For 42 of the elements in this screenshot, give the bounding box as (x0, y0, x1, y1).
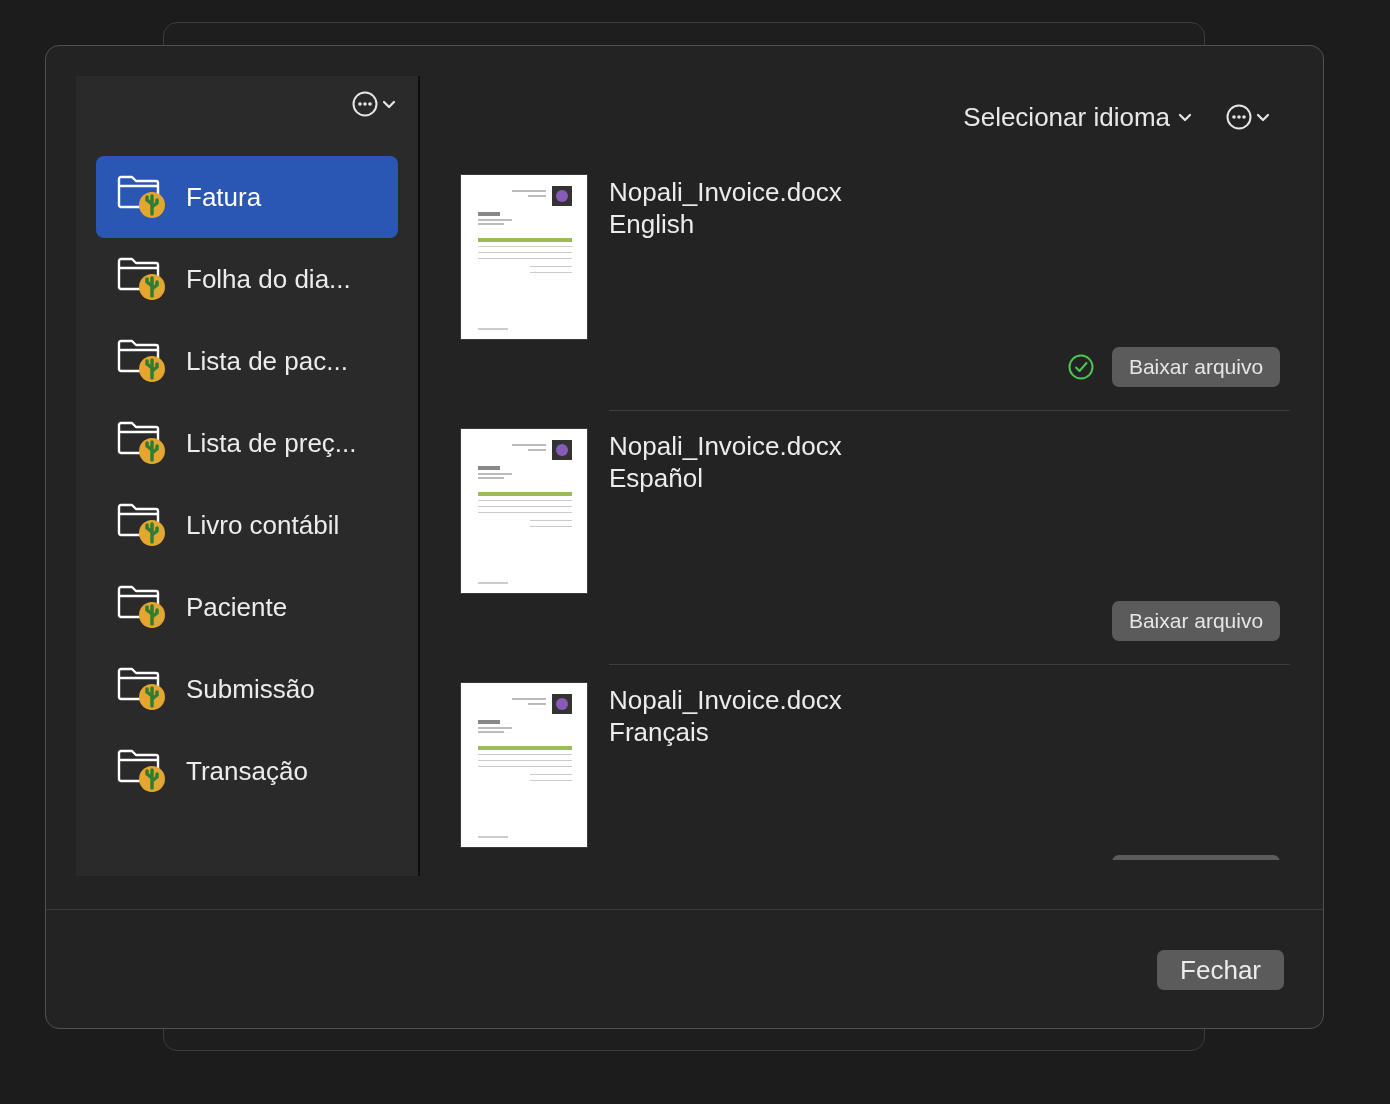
item-label: Lista de pac... (186, 344, 348, 378)
chevron-down-icon (1256, 112, 1270, 122)
sidebar-item[interactable]: Transação (96, 730, 398, 812)
folder-cactus-icon (116, 338, 166, 384)
more-options-button[interactable] (1226, 103, 1270, 131)
item-label: Transação (186, 754, 308, 788)
sidebar-item[interactable]: Lista de preç... (96, 402, 398, 484)
chevron-down-icon (1178, 112, 1192, 122)
language-label: English (609, 208, 696, 240)
folder-cactus-icon (116, 748, 166, 794)
item-label: Folha do dia... (186, 262, 351, 296)
download-button[interactable]: Baixar arquivo (1112, 347, 1280, 387)
close-button[interactable]: Fechar (1157, 950, 1284, 990)
more-options-button[interactable] (352, 90, 396, 118)
item-label: Fatura (186, 180, 262, 214)
language-dropdown[interactable]: Selecionar idioma (963, 97, 1192, 137)
folder-cactus-icon (116, 420, 166, 466)
item-label: Paciente (186, 590, 288, 624)
folder-cactus-icon (116, 502, 166, 548)
sidebar-item[interactable]: Lista de pac... (96, 320, 398, 402)
checkmark-circle-icon (1068, 354, 1094, 380)
language-label: Español (609, 462, 704, 494)
item-label: Livro contábil (186, 508, 340, 542)
download-button[interactable]: Baixar arquivo (1112, 601, 1280, 641)
sidebar-item[interactable]: Submissão (96, 648, 398, 730)
chevron-down-icon (382, 99, 396, 109)
folder-cactus-icon (116, 666, 166, 712)
item-label: Lista de preç... (186, 426, 357, 460)
ellipsis-circle-icon (1226, 104, 1252, 130)
file-name: Nopali_Invoice.docx (609, 176, 843, 208)
sidebar-item[interactable]: Folha do dia... (96, 238, 398, 320)
ellipsis-circle-icon (352, 91, 378, 117)
language-label: Français (609, 716, 710, 748)
folder-cactus-icon (116, 584, 166, 630)
sidebar-item[interactable]: Paciente (96, 566, 398, 648)
file-name: Nopali_Invoice.docx (609, 684, 843, 716)
sidebar-item[interactable]: Fatura (96, 156, 398, 238)
folder-cactus-icon (116, 256, 166, 302)
folder-cactus-icon (116, 174, 166, 220)
item-label: Submissão (186, 672, 315, 706)
file-name: Nopali_Invoice.docx (609, 430, 843, 462)
sidebar-item[interactable]: Livro contábil (96, 484, 398, 566)
